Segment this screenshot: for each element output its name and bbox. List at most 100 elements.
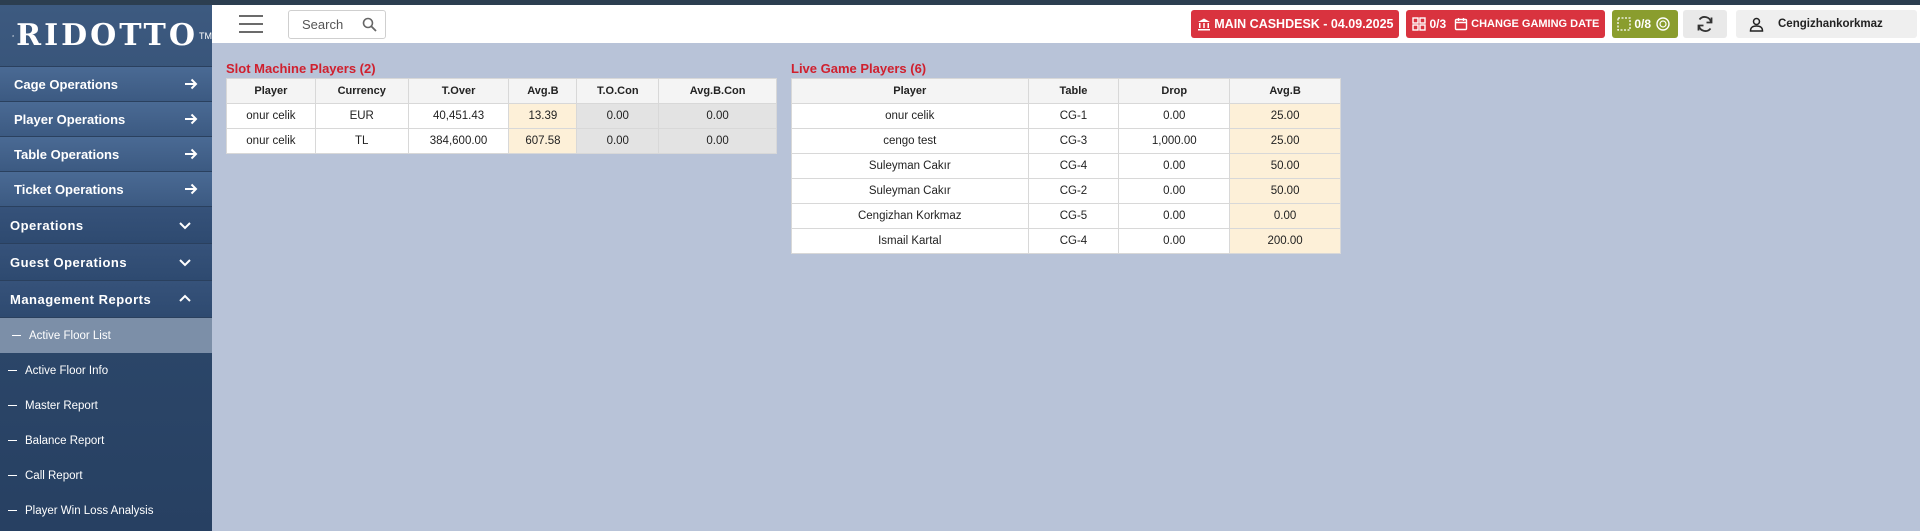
sidebar-group-operations[interactable]: Operations xyxy=(0,207,212,244)
live-players-title: Live Game Players (6) xyxy=(791,61,927,76)
sidebar-subitem-player-win-loss-analysis[interactable]: Player Win Loss Analysis xyxy=(0,493,212,528)
arrow-right-icon xyxy=(185,183,198,195)
table-row[interactable]: cengo test CG-3 1,000.00 25.00 xyxy=(791,128,1341,154)
calendar-icon xyxy=(1454,18,1468,31)
sidebar-subitem-label: Balance Report xyxy=(25,434,105,447)
cell-drop: 0.00 xyxy=(1118,203,1231,229)
column-header[interactable]: Table xyxy=(1027,78,1120,104)
live-players-table: Player Table Drop Avg.B onur celik CG-1 … xyxy=(791,78,1341,254)
sidebar-item-player-operations[interactable]: Player Operations xyxy=(0,102,212,137)
sidebar-subitem-label: Player Win Loss Analysis xyxy=(25,504,154,517)
sidebar-group-label: Operations xyxy=(10,217,84,233)
table-row[interactable]: Ismail Kartal CG-4 0.00 200.00 xyxy=(791,228,1341,254)
column-header[interactable]: Currency xyxy=(314,78,409,104)
search-input[interactable] xyxy=(302,16,360,32)
sidebar: RIDOTTO TM Cage Operations Player Operati… xyxy=(0,5,212,531)
sidebar-item-label: Cage Operations xyxy=(14,76,119,92)
cell-avg-bet-con: 0.00 xyxy=(658,103,777,129)
cell-player: Suleyman Cakır xyxy=(791,178,1029,204)
sync-icon xyxy=(1697,16,1713,32)
sidebar-group-label: Management Reports xyxy=(10,291,152,307)
top-header: MAIN CASHDESK - 04.09.2025 0/3 CHANGE GA… xyxy=(212,5,1920,43)
gaming-date-button[interactable]: 0/3 CHANGE GAMING DATE xyxy=(1406,10,1606,38)
cell-player: onur celik xyxy=(226,103,316,129)
table-row[interactable]: onur celik EUR 40,451.43 13.39 0.00 0.00 xyxy=(226,103,777,129)
dash-icon xyxy=(8,405,17,406)
column-header[interactable]: T.Over xyxy=(407,78,510,104)
sidebar-subitem-master-report[interactable]: Master Report xyxy=(0,388,212,423)
cell-avg-bet: 13.39 xyxy=(508,103,578,129)
cell-turnover: 40,451.43 xyxy=(407,103,510,129)
column-header[interactable]: T.O.Con xyxy=(576,78,660,104)
table-row[interactable]: Cengizhan Korkmaz CG-5 0.00 0.00 xyxy=(791,203,1341,229)
logo-icon xyxy=(12,34,15,37)
table-row[interactable]: Suleyman Cakır CG-4 0.00 50.00 xyxy=(791,153,1341,179)
slots-count: 0/8 xyxy=(1634,17,1651,31)
change-gaming-date-label: CHANGE GAMING DATE xyxy=(1471,18,1600,30)
cashdesk-button[interactable]: MAIN CASHDESK - 04.09.2025 xyxy=(1191,10,1400,38)
cell-player: onur celik xyxy=(226,128,316,154)
table-row[interactable]: onur celik CG-1 0.00 25.00 xyxy=(791,103,1341,129)
tables-icon xyxy=(1412,17,1427,31)
sidebar-group-management-reports[interactable]: Management Reports xyxy=(0,281,212,318)
search-box xyxy=(288,9,386,39)
table-row[interactable]: onur celik TL 384,600.00 607.58 0.00 0.0… xyxy=(226,128,777,154)
cell-table: CG-2 xyxy=(1027,178,1120,204)
cell-turnover-con: 0.00 xyxy=(576,103,660,129)
search-icon[interactable] xyxy=(362,17,377,32)
table-row[interactable]: Suleyman Cakır CG-2 0.00 50.00 xyxy=(791,178,1341,204)
cell-turnover-con: 0.00 xyxy=(576,128,660,154)
sidebar-subitem-label: Master Report xyxy=(25,399,98,412)
slots-icon xyxy=(1617,17,1631,31)
dash-icon xyxy=(8,440,17,441)
cell-drop: 0.00 xyxy=(1118,178,1231,204)
cell-avg-bet: 25.00 xyxy=(1229,128,1341,154)
sidebar-subitem-call-report[interactable]: Call Report xyxy=(0,458,212,493)
chevron-down-icon xyxy=(179,222,191,230)
sidebar-group-guest-operations[interactable]: Guest Operations xyxy=(0,244,212,281)
cell-player: Suleyman Cakır xyxy=(791,153,1029,179)
column-header[interactable]: Avg.B xyxy=(508,78,578,104)
column-header[interactable]: Drop xyxy=(1118,78,1231,104)
cell-currency: EUR xyxy=(314,103,409,129)
arrow-right-icon xyxy=(185,78,198,90)
sidebar-subitem-label: Call Report xyxy=(25,469,83,482)
sidebar-item-ticket-operations[interactable]: Ticket Operations xyxy=(0,172,212,207)
cell-table: CG-4 xyxy=(1027,153,1120,179)
column-header[interactable]: Avg.B.Con xyxy=(658,78,777,104)
cell-player: onur celik xyxy=(791,103,1029,129)
menu-icon[interactable] xyxy=(239,15,263,33)
sidebar-item-table-operations[interactable]: Table Operations xyxy=(0,137,212,172)
dash-icon xyxy=(8,370,17,371)
dash-icon xyxy=(8,510,17,511)
cell-table: CG-5 xyxy=(1027,203,1120,229)
cell-player: cengo test xyxy=(791,128,1029,154)
column-header[interactable]: Player xyxy=(791,78,1029,104)
cell-avg-bet: 607.58 xyxy=(508,128,578,154)
chevron-down-icon xyxy=(179,259,191,267)
sidebar-subitem-active-floor-list[interactable]: Active Floor List xyxy=(0,318,212,353)
cell-table: CG-4 xyxy=(1027,228,1120,254)
sidebar-subitem-active-floor-info[interactable]: Active Floor Info xyxy=(0,353,212,388)
cell-drop: 1,000.00 xyxy=(1118,128,1231,154)
column-header[interactable]: Player xyxy=(226,78,316,104)
cell-currency: TL xyxy=(314,128,409,154)
cell-drop: 0.00 xyxy=(1118,103,1231,129)
column-header[interactable]: Avg.B xyxy=(1229,78,1341,104)
sync-button[interactable] xyxy=(1683,10,1727,38)
slots-status-button[interactable]: 0/8 xyxy=(1612,10,1678,38)
cell-avg-bet-con: 0.00 xyxy=(658,128,777,154)
cell-table: CG-1 xyxy=(1027,103,1120,129)
cell-drop: 0.00 xyxy=(1118,228,1231,254)
sidebar-subitem-balance-report[interactable]: Balance Report xyxy=(0,423,212,458)
chevron-up-icon xyxy=(179,294,191,302)
brand-name: RIDOTTO xyxy=(16,18,198,53)
user-menu-button[interactable]: Cengizhankorkmaz xyxy=(1736,10,1917,38)
sidebar-group-label: Guest Operations xyxy=(10,254,128,270)
slot-players-table: Player Currency T.Over Avg.B T.O.Con Avg… xyxy=(226,78,777,154)
brand-logo[interactable]: RIDOTTO TM xyxy=(0,5,212,67)
dash-icon xyxy=(8,475,17,476)
sidebar-item-cage-operations[interactable]: Cage Operations xyxy=(0,67,212,102)
brand-tm: TM xyxy=(199,30,212,41)
cell-player: Cengizhan Korkmaz xyxy=(791,203,1029,229)
